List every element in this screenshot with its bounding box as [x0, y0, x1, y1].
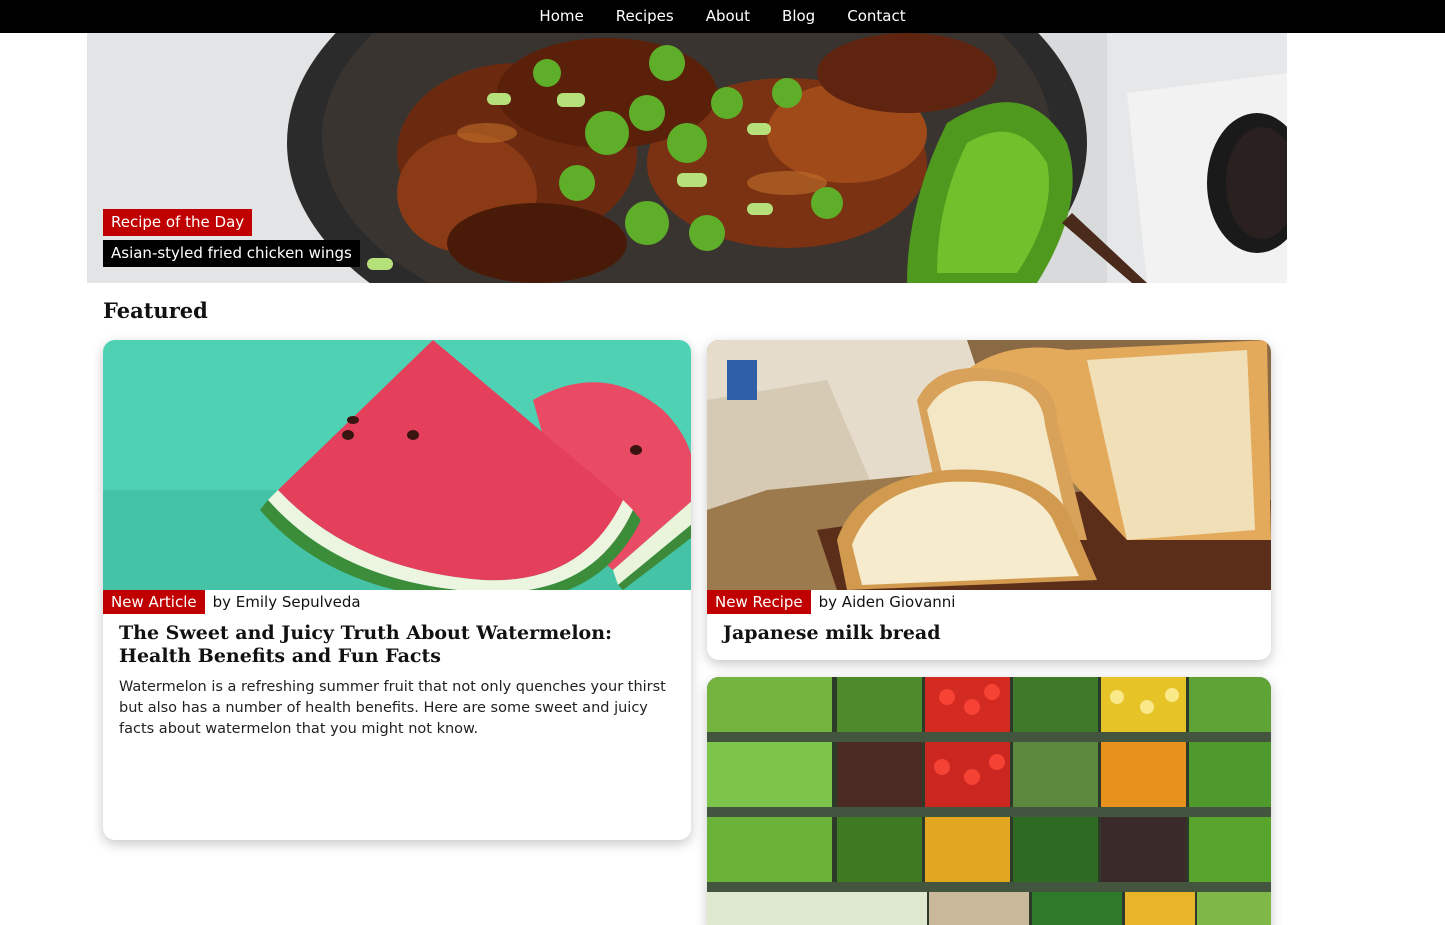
card-title[interactable]: Japanese milk bread	[723, 622, 1253, 645]
card-meta: New Recipe by Aiden Giovanni	[707, 590, 955, 614]
card-excerpt: Watermelon is a refreshing summer fruit …	[119, 679, 666, 737]
vegetables-photo	[707, 677, 1271, 925]
top-nav: Home Recipes About Blog Contact	[0, 0, 1445, 33]
recipe-of-the-day-badge: Recipe of the Day	[103, 209, 253, 236]
nav-about[interactable]: About	[690, 0, 766, 33]
featured-card-watermelon[interactable]: New Article by Emily Sepulveda The Sweet…	[103, 340, 691, 840]
bread-photo	[707, 340, 1271, 590]
nav-contact[interactable]: Contact	[831, 0, 921, 33]
watermelon-photo	[103, 340, 691, 590]
featured-card-vegetables[interactable]	[707, 677, 1271, 925]
card-meta: New Article by Emily Sepulveda	[103, 590, 361, 614]
card-image	[103, 340, 691, 590]
byline: by Aiden Giovanni	[818, 593, 956, 611]
featured-heading: Featured	[103, 298, 208, 323]
card-title[interactable]: The Sweet and Juicy Truth About Watermel…	[119, 622, 675, 668]
byline: by Emily Sepulveda	[212, 593, 361, 611]
nav-recipes[interactable]: Recipes	[600, 0, 690, 33]
hero-caption[interactable]: Asian-styled fried chicken wings	[103, 240, 360, 267]
card-image	[707, 677, 1271, 925]
nav-blog[interactable]: Blog	[766, 0, 831, 33]
featured-card-milk-bread[interactable]: New Recipe by Aiden Giovanni Japanese mi…	[707, 340, 1271, 660]
new-recipe-tag: New Recipe	[707, 590, 811, 614]
nav-home[interactable]: Home	[523, 0, 599, 33]
hero-banner[interactable]: Recipe of the Day Asian-styled fried chi…	[87, 33, 1287, 283]
card-image	[707, 340, 1271, 590]
new-article-tag: New Article	[103, 590, 205, 614]
